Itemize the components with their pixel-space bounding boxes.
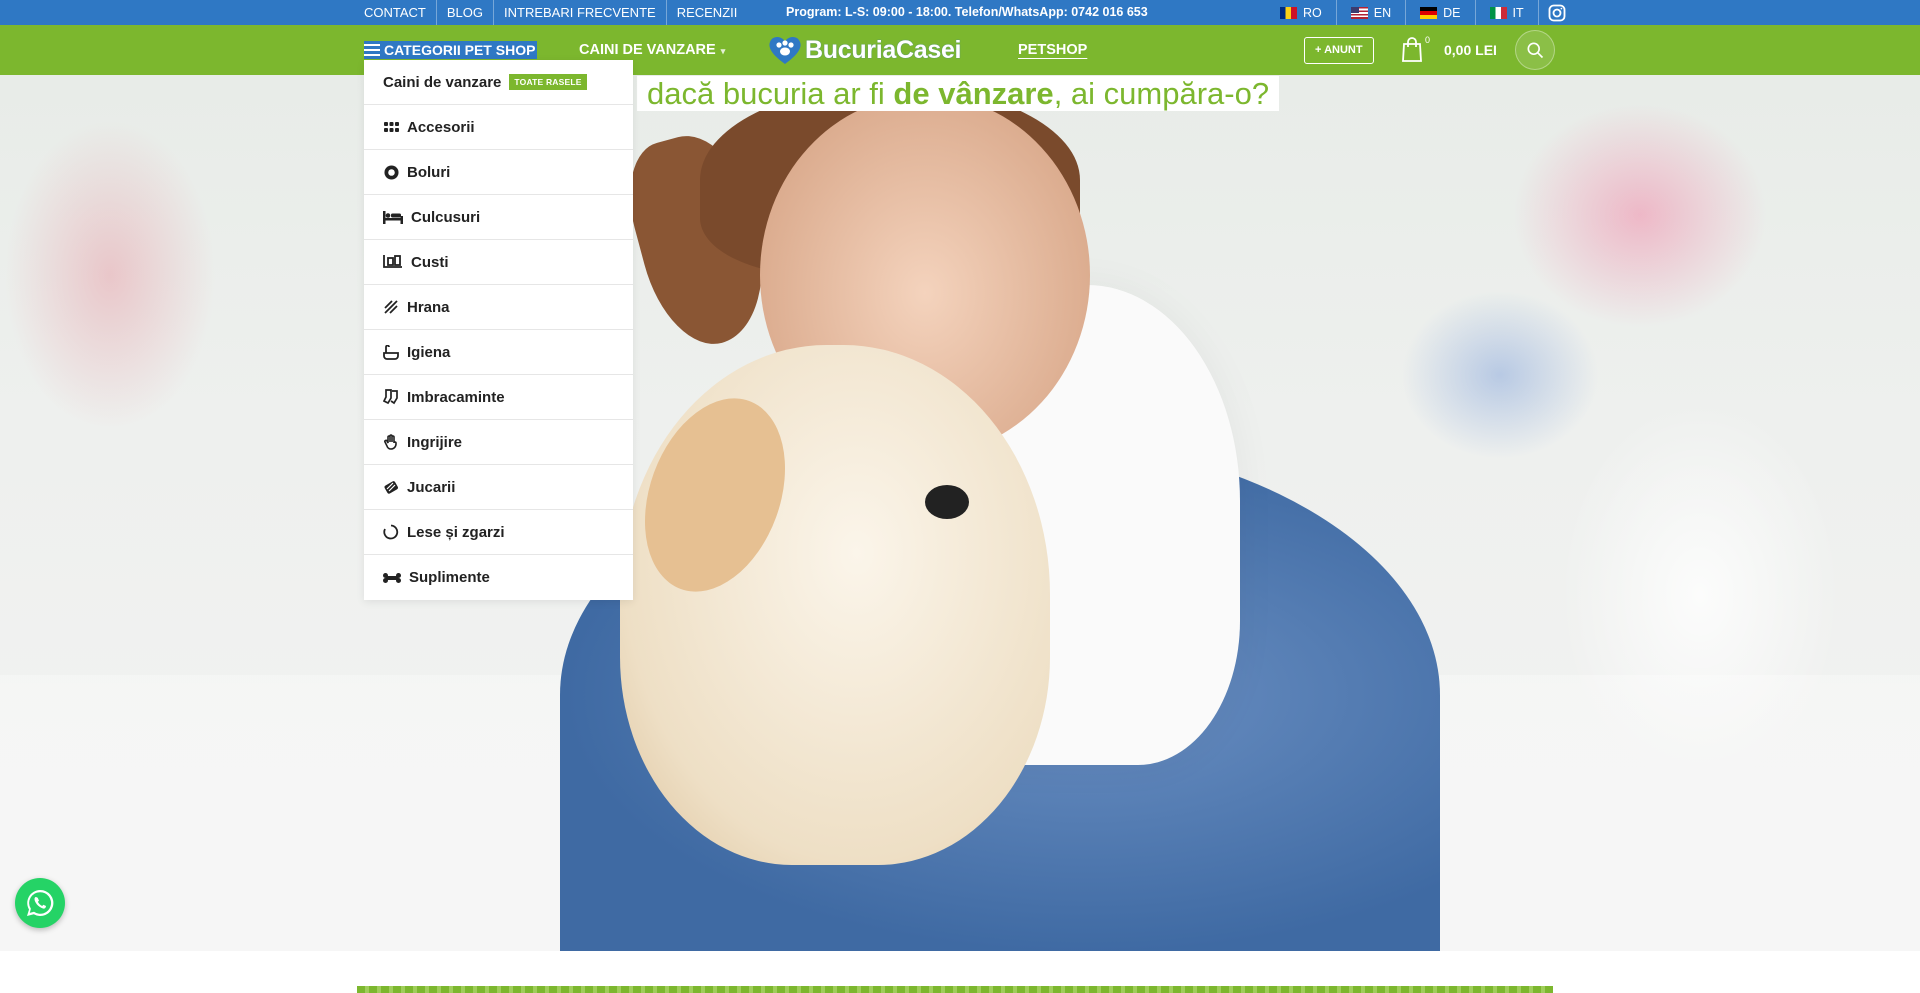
menu-item-label: Boluri xyxy=(407,163,451,181)
menu-item-label: Hrana xyxy=(407,298,450,316)
logo-text: BucuriaCasei xyxy=(805,35,962,64)
top-bar: CONTACT BLOG INTREBARI FRECVENTE RECENZI… xyxy=(0,0,1920,25)
menu-item-label: Imbracaminte xyxy=(407,388,505,406)
menu-item-label: Suplimente xyxy=(409,569,490,586)
lang-ro-label: RO xyxy=(1303,5,1322,20)
menu-item-igiena[interactable]: Igiena xyxy=(364,330,633,375)
hand-icon xyxy=(383,434,399,450)
menu-item-lese-si-zgarzi[interactable]: Lese și zgarzi xyxy=(364,510,633,555)
toate-rasele-badge: TOATE RASELE xyxy=(509,74,587,90)
decorative-divider xyxy=(357,986,1553,993)
cage-icon xyxy=(383,254,403,270)
lang-it-label: IT xyxy=(1512,5,1524,20)
menu-item-jucarii[interactable]: Jucarii xyxy=(364,465,633,510)
toy-icon xyxy=(383,479,399,495)
cart-total[interactable]: 0,00 LEI xyxy=(1444,25,1497,75)
categories-label: CATEGORII PET SHOP xyxy=(384,42,536,58)
slogan-post: , ai cumpăra-o? xyxy=(1053,76,1270,111)
instagram-icon[interactable] xyxy=(1539,0,1575,25)
site-logo[interactable]: BucuriaCasei xyxy=(767,31,962,69)
germany-flag-icon xyxy=(1420,6,1438,19)
romania-flag-icon xyxy=(1280,6,1297,19)
hero-slogan: dacă bucuria ar fi de vânzare, ai cumpăr… xyxy=(637,76,1280,111)
heart-paw-icon xyxy=(769,36,801,64)
usa-flag-icon xyxy=(1350,6,1368,19)
slogan-bold: de vânzare xyxy=(893,76,1054,111)
nav-petshop[interactable]: PETSHOP xyxy=(1018,25,1087,75)
search-button[interactable] xyxy=(1515,30,1555,70)
menu-item-label: Ingrijire xyxy=(407,433,463,451)
language-switcher: RO EN DE IT xyxy=(1270,0,1575,25)
categories-dropdown: Caini de vanzare TOATE RASELE Accesorii … xyxy=(364,60,633,600)
link-blog[interactable]: BLOG xyxy=(437,0,494,25)
cart-count: 0 xyxy=(1424,35,1430,45)
menu-item-boluri[interactable]: Boluri xyxy=(364,150,633,195)
cart-button[interactable]: 0 xyxy=(1400,35,1430,65)
top-links: CONTACT BLOG INTREBARI FRECVENTE RECENZI… xyxy=(364,0,747,25)
categories-button[interactable]: CATEGORII PET SHOP xyxy=(364,41,538,59)
menu-item-custi[interactable]: Custi xyxy=(364,240,633,285)
link-faq[interactable]: INTREBARI FRECVENTE xyxy=(494,0,667,25)
menu-item-hrana[interactable]: Hrana xyxy=(364,285,633,330)
menu-item-imbracaminte[interactable]: Imbracaminte xyxy=(364,375,633,420)
lang-it[interactable]: IT xyxy=(1476,0,1539,25)
program-info: Program: L-S: 09:00 - 18:00. Telefon/Wha… xyxy=(786,5,1148,19)
lang-ro[interactable]: RO xyxy=(1270,0,1337,25)
bone-icon xyxy=(383,570,401,586)
bowl-icon xyxy=(383,164,399,180)
food-icon xyxy=(383,299,399,315)
hero-banner xyxy=(0,75,1920,951)
menu-item-accesorii[interactable]: Accesorii xyxy=(364,105,633,150)
chevron-down-icon: ▾ xyxy=(720,46,726,56)
menu-item-caini-de-vanzare[interactable]: Caini de vanzare TOATE RASELE xyxy=(364,60,633,105)
menu-item-label: Accesorii xyxy=(407,118,475,136)
search-icon xyxy=(1527,42,1544,59)
slogan-pre: dacă bucuria ar fi xyxy=(647,76,894,111)
lang-en-label: EN xyxy=(1373,5,1392,20)
italy-flag-icon xyxy=(1489,6,1507,19)
leash-icon xyxy=(383,524,399,540)
menu-item-label: Caini de vanzare xyxy=(383,73,502,91)
menu-item-culcusuri[interactable]: Culcusuri xyxy=(364,195,633,240)
menu-item-label: Lese și zgarzi xyxy=(407,523,505,541)
lang-en[interactable]: EN xyxy=(1337,0,1407,25)
whatsapp-button[interactable] xyxy=(15,878,65,928)
shopping-bag-icon xyxy=(1402,37,1422,62)
add-anunt-button[interactable]: + ANUNT xyxy=(1304,37,1374,64)
lang-de[interactable]: DE xyxy=(1406,0,1476,25)
menu-item-label: Jucarii xyxy=(407,478,456,496)
link-contact[interactable]: CONTACT xyxy=(364,0,437,25)
socks-icon xyxy=(383,389,399,405)
menu-item-label: Culcusuri xyxy=(411,208,481,226)
main-navbar: CATEGORII PET SHOP CAINI DE VANZARE ▾ Buc… xyxy=(0,25,1920,75)
whatsapp-icon xyxy=(27,889,54,916)
menu-item-label: Igiena xyxy=(407,343,451,361)
hero-puppy-nose xyxy=(925,485,969,519)
menu-item-label: Custi xyxy=(411,253,449,271)
bath-icon xyxy=(383,344,399,360)
menu-item-suplimente[interactable]: Suplimente xyxy=(364,555,633,600)
hamburger-icon xyxy=(364,44,380,56)
nav-caini-label: CAINI DE VANZARE xyxy=(579,42,716,58)
menu-item-ingrijire[interactable]: Ingrijire xyxy=(364,420,633,465)
link-recenzii[interactable]: RECENZII xyxy=(667,0,748,25)
page: CONTACT BLOG INTREBARI FRECVENTE RECENZI… xyxy=(0,0,1920,993)
bed-icon xyxy=(383,209,403,225)
grid-icon xyxy=(383,119,399,135)
lang-de-label: DE xyxy=(1443,5,1461,20)
